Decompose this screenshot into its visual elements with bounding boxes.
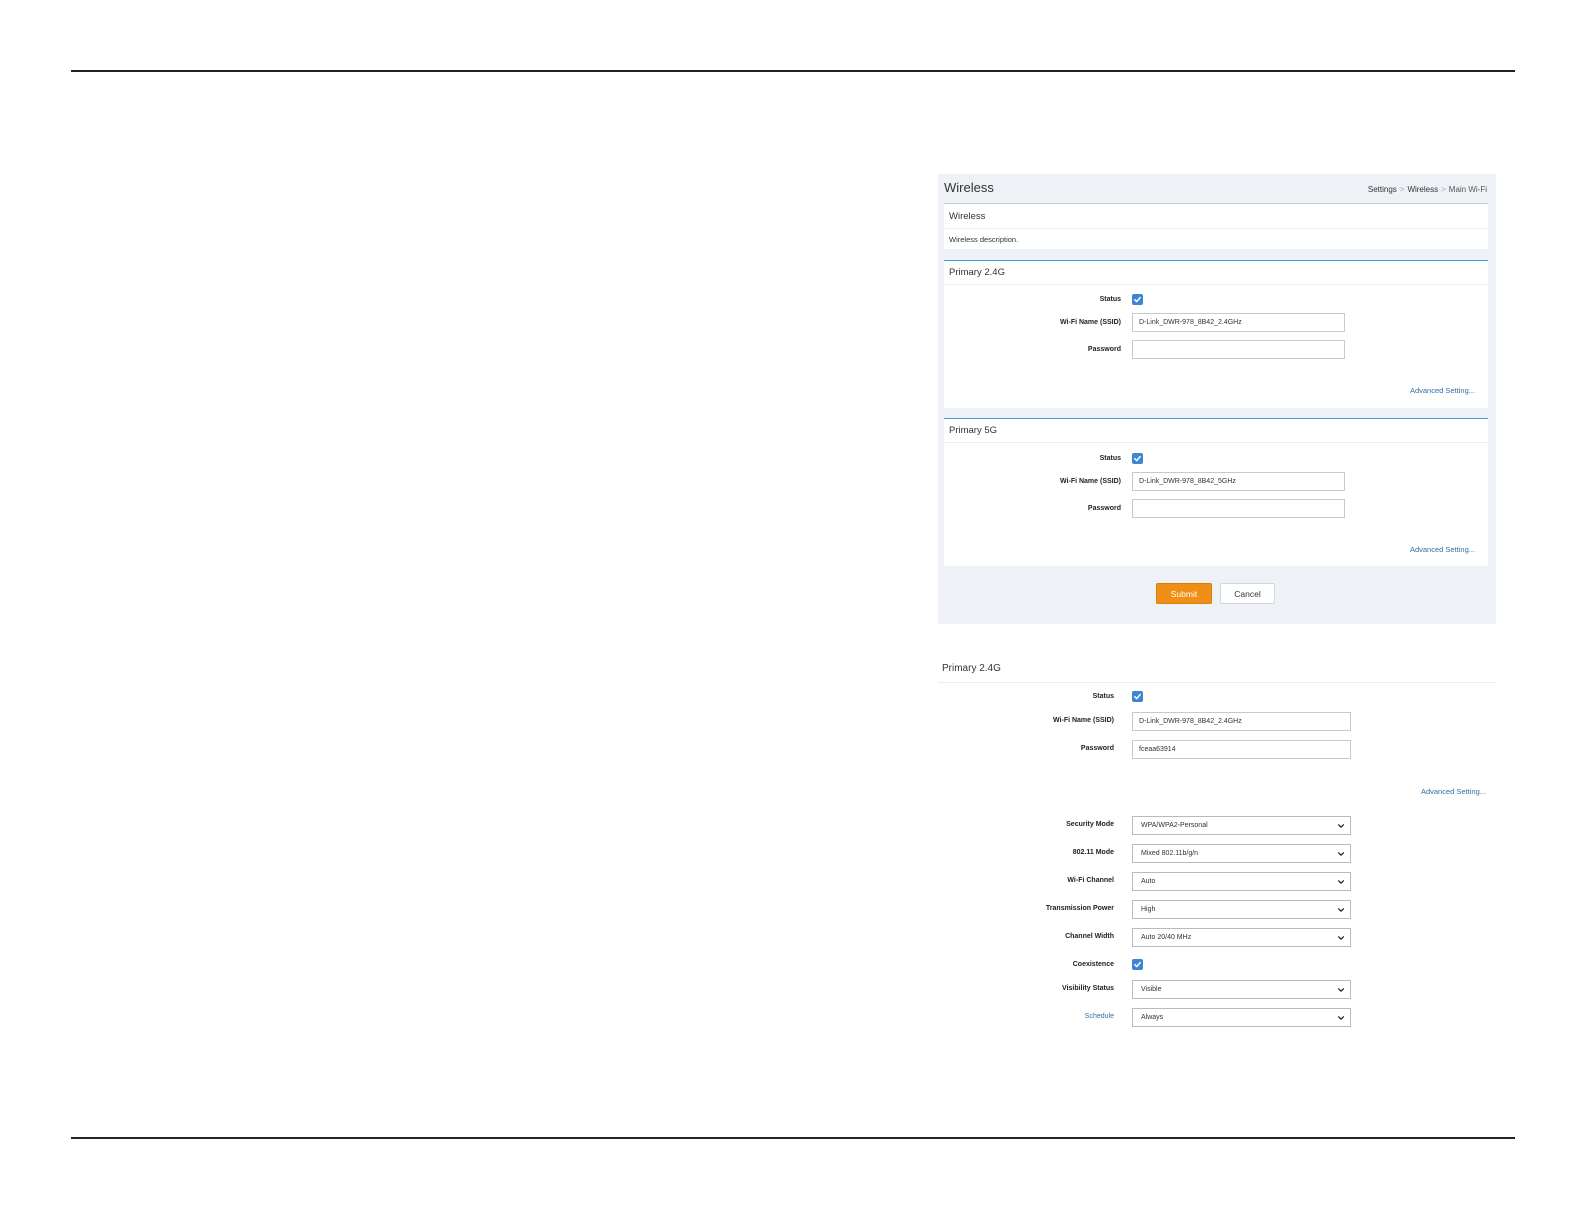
ssid-label: Wi-Fi Name (SSID) [1060, 319, 1121, 326]
wireless-main-panel: Wireless Settings > Wireless > Main Wi-Fi Wi… [938, 174, 1496, 624]
page-title: Wireless [944, 180, 994, 195]
status-checkbox[interactable] [1132, 453, 1143, 464]
chevron-down-icon [1337, 936, 1345, 940]
bottom-rule [71, 1137, 1515, 1139]
cancel-button[interactable]: Cancel [1220, 583, 1275, 604]
channel-width-value: Auto 20/40 MHz [1141, 934, 1192, 941]
schedule-select[interactable]: Always [1132, 1008, 1351, 1027]
coexistence-label: Coexistence [1072, 961, 1114, 968]
schedule-link[interactable]: Schedule [978, 1013, 1114, 1020]
mode-80211-label: 802.11 Mode [1072, 849, 1114, 856]
band-title: Primary 5G [949, 425, 998, 436]
advanced-setting-link[interactable]: Advanced Setting... [1410, 386, 1475, 395]
breadcrumb-main-wifi: Main Wi-Fi [1448, 185, 1487, 194]
status-checkbox[interactable] [1132, 294, 1143, 305]
band-title: Primary 2.4G [949, 267, 1005, 278]
password-input[interactable] [1132, 340, 1345, 359]
band-card-primary-24g: Primary 2.4G Status Wi-Fi Name (SSID) D-… [944, 260, 1488, 408]
wireless-description-card: Wireless Wireless description. [944, 203, 1488, 249]
checkmark-icon [1134, 296, 1141, 303]
breadcrumb: Settings > Wireless > Main Wi-Fi [1368, 185, 1487, 194]
description-card-title: Wireless [949, 211, 986, 222]
visibility-status-value: Visible [1141, 986, 1162, 993]
advanced-setting-link[interactable]: Advanced Setting... [1421, 787, 1486, 796]
password-label: Password [1080, 745, 1114, 752]
breadcrumb-separator: > [1399, 185, 1405, 194]
divider [944, 442, 1488, 443]
visibility-status-label: Visibility Status [1062, 985, 1114, 992]
chevron-down-icon [1337, 880, 1345, 884]
section-title: Primary 2.4G [942, 663, 1001, 674]
coexistence-checkbox[interactable] [1132, 959, 1143, 970]
password-label: Password [1087, 346, 1121, 353]
schedule-value: Always [1141, 1014, 1164, 1021]
ssid-input[interactable]: D-Link_DWR-978_8B42_2.4GHz [1132, 313, 1345, 332]
visibility-status-select[interactable]: Visible [1132, 980, 1351, 999]
wifi-channel-select[interactable]: Auto [1132, 872, 1351, 891]
transmission-power-label: Transmission Power [1045, 905, 1114, 912]
primary-24g-advanced-panel: Primary 2.4G Status Wi-Fi Name (SSID) D-… [938, 656, 1496, 1036]
status-label: Status [1099, 296, 1121, 303]
band-card-primary-5g: Primary 5G Status Wi-Fi Name (SSID) D-Li… [944, 418, 1488, 566]
security-mode-value: WPA/WPA2-Personal [1141, 822, 1208, 829]
chevron-down-icon [1337, 824, 1345, 828]
breadcrumb-wireless[interactable]: Wireless [1407, 185, 1438, 194]
channel-width-select[interactable]: Auto 20/40 MHz [1132, 928, 1351, 947]
top-rule [71, 70, 1515, 72]
chevron-down-icon [1337, 908, 1345, 912]
divider [944, 228, 1488, 229]
security-mode-label: Security Mode [1066, 821, 1114, 828]
password-input[interactable]: fceaa63914 [1132, 740, 1351, 759]
checkmark-icon [1134, 961, 1141, 968]
transmission-power-select[interactable]: High [1132, 900, 1351, 919]
breadcrumb-settings[interactable]: Settings [1368, 185, 1397, 194]
password-label: Password [1087, 505, 1121, 512]
mode-80211-value: Mixed 802.11b/g/n [1141, 850, 1199, 857]
chevron-down-icon [1337, 988, 1345, 992]
panel-header: Wireless Settings > Wireless > Main Wi-Fi [938, 174, 1496, 202]
advanced-setting-link[interactable]: Advanced Setting... [1410, 545, 1475, 554]
password-input[interactable] [1132, 499, 1345, 518]
divider [938, 682, 1496, 683]
status-label: Status [1099, 455, 1121, 462]
status-label: Status [1092, 693, 1114, 700]
ssid-input[interactable]: D-Link_DWR-978_8B42_2.4GHz [1132, 712, 1351, 731]
wifi-channel-value: Auto [1141, 878, 1156, 885]
transmission-power-value: High [1141, 906, 1156, 913]
status-checkbox[interactable] [1132, 691, 1143, 702]
checkmark-icon [1134, 455, 1141, 462]
ssid-input[interactable]: D-Link_DWR-978_8B42_5GHz [1132, 472, 1345, 491]
chevron-down-icon [1337, 852, 1345, 856]
wifi-channel-label: Wi-Fi Channel [1067, 877, 1114, 884]
divider [944, 284, 1488, 285]
channel-width-label: Channel Width [1065, 933, 1114, 940]
ssid-label: Wi-Fi Name (SSID) [1053, 717, 1114, 724]
security-mode-select[interactable]: WPA/WPA2-Personal [1132, 816, 1351, 835]
submit-button[interactable]: Submit [1156, 583, 1212, 604]
description-text: Wireless description. [949, 235, 1019, 244]
ssid-label: Wi-Fi Name (SSID) [1060, 478, 1121, 485]
chevron-down-icon [1337, 1016, 1345, 1020]
mode-80211-select[interactable]: Mixed 802.11b/g/n [1132, 844, 1351, 863]
checkmark-icon [1134, 693, 1141, 700]
breadcrumb-separator: > [1441, 185, 1446, 194]
